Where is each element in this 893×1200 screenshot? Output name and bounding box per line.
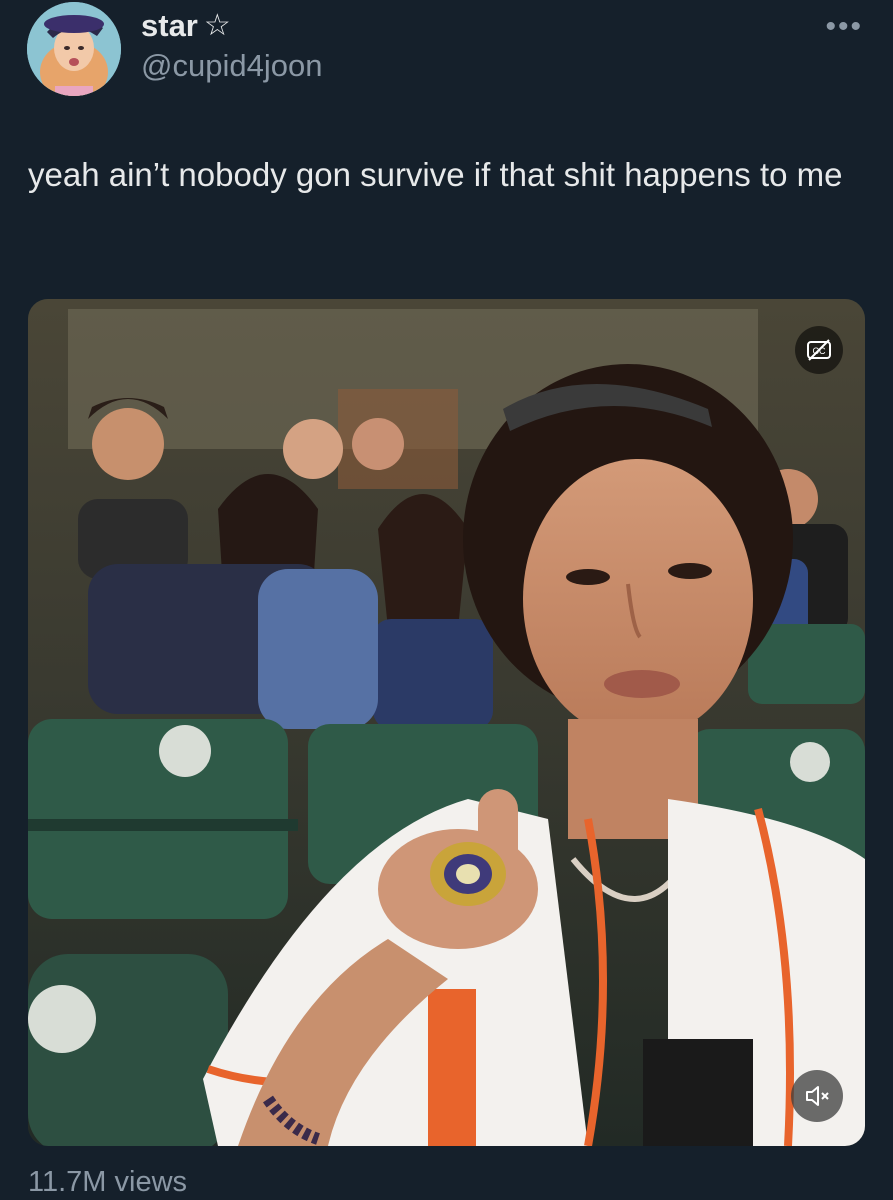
video-frame xyxy=(28,299,865,1146)
display-name-row[interactable]: star ☆ xyxy=(141,8,231,44)
speaker-muted-icon[interactable] xyxy=(791,1070,843,1122)
avatar[interactable] xyxy=(27,2,121,96)
more-dots-icon[interactable]: ••• xyxy=(825,12,863,42)
closed-captions-off-icon[interactable]: CC xyxy=(795,326,843,374)
avatar-image xyxy=(27,2,121,96)
display-name[interactable]: star xyxy=(141,8,198,44)
star-outline-icon: ☆ xyxy=(203,9,231,42)
user-handle[interactable]: @cupid4joon xyxy=(141,48,322,84)
tweet-text: yeah ain’t nobody gon survive if that sh… xyxy=(28,156,843,193)
tweet-card: star ☆ @cupid4joon ••• yeah ain’t nobody… xyxy=(0,0,893,1200)
view-count: 11.7M views xyxy=(28,1166,188,1198)
video-player[interactable]: CC xyxy=(28,299,865,1146)
